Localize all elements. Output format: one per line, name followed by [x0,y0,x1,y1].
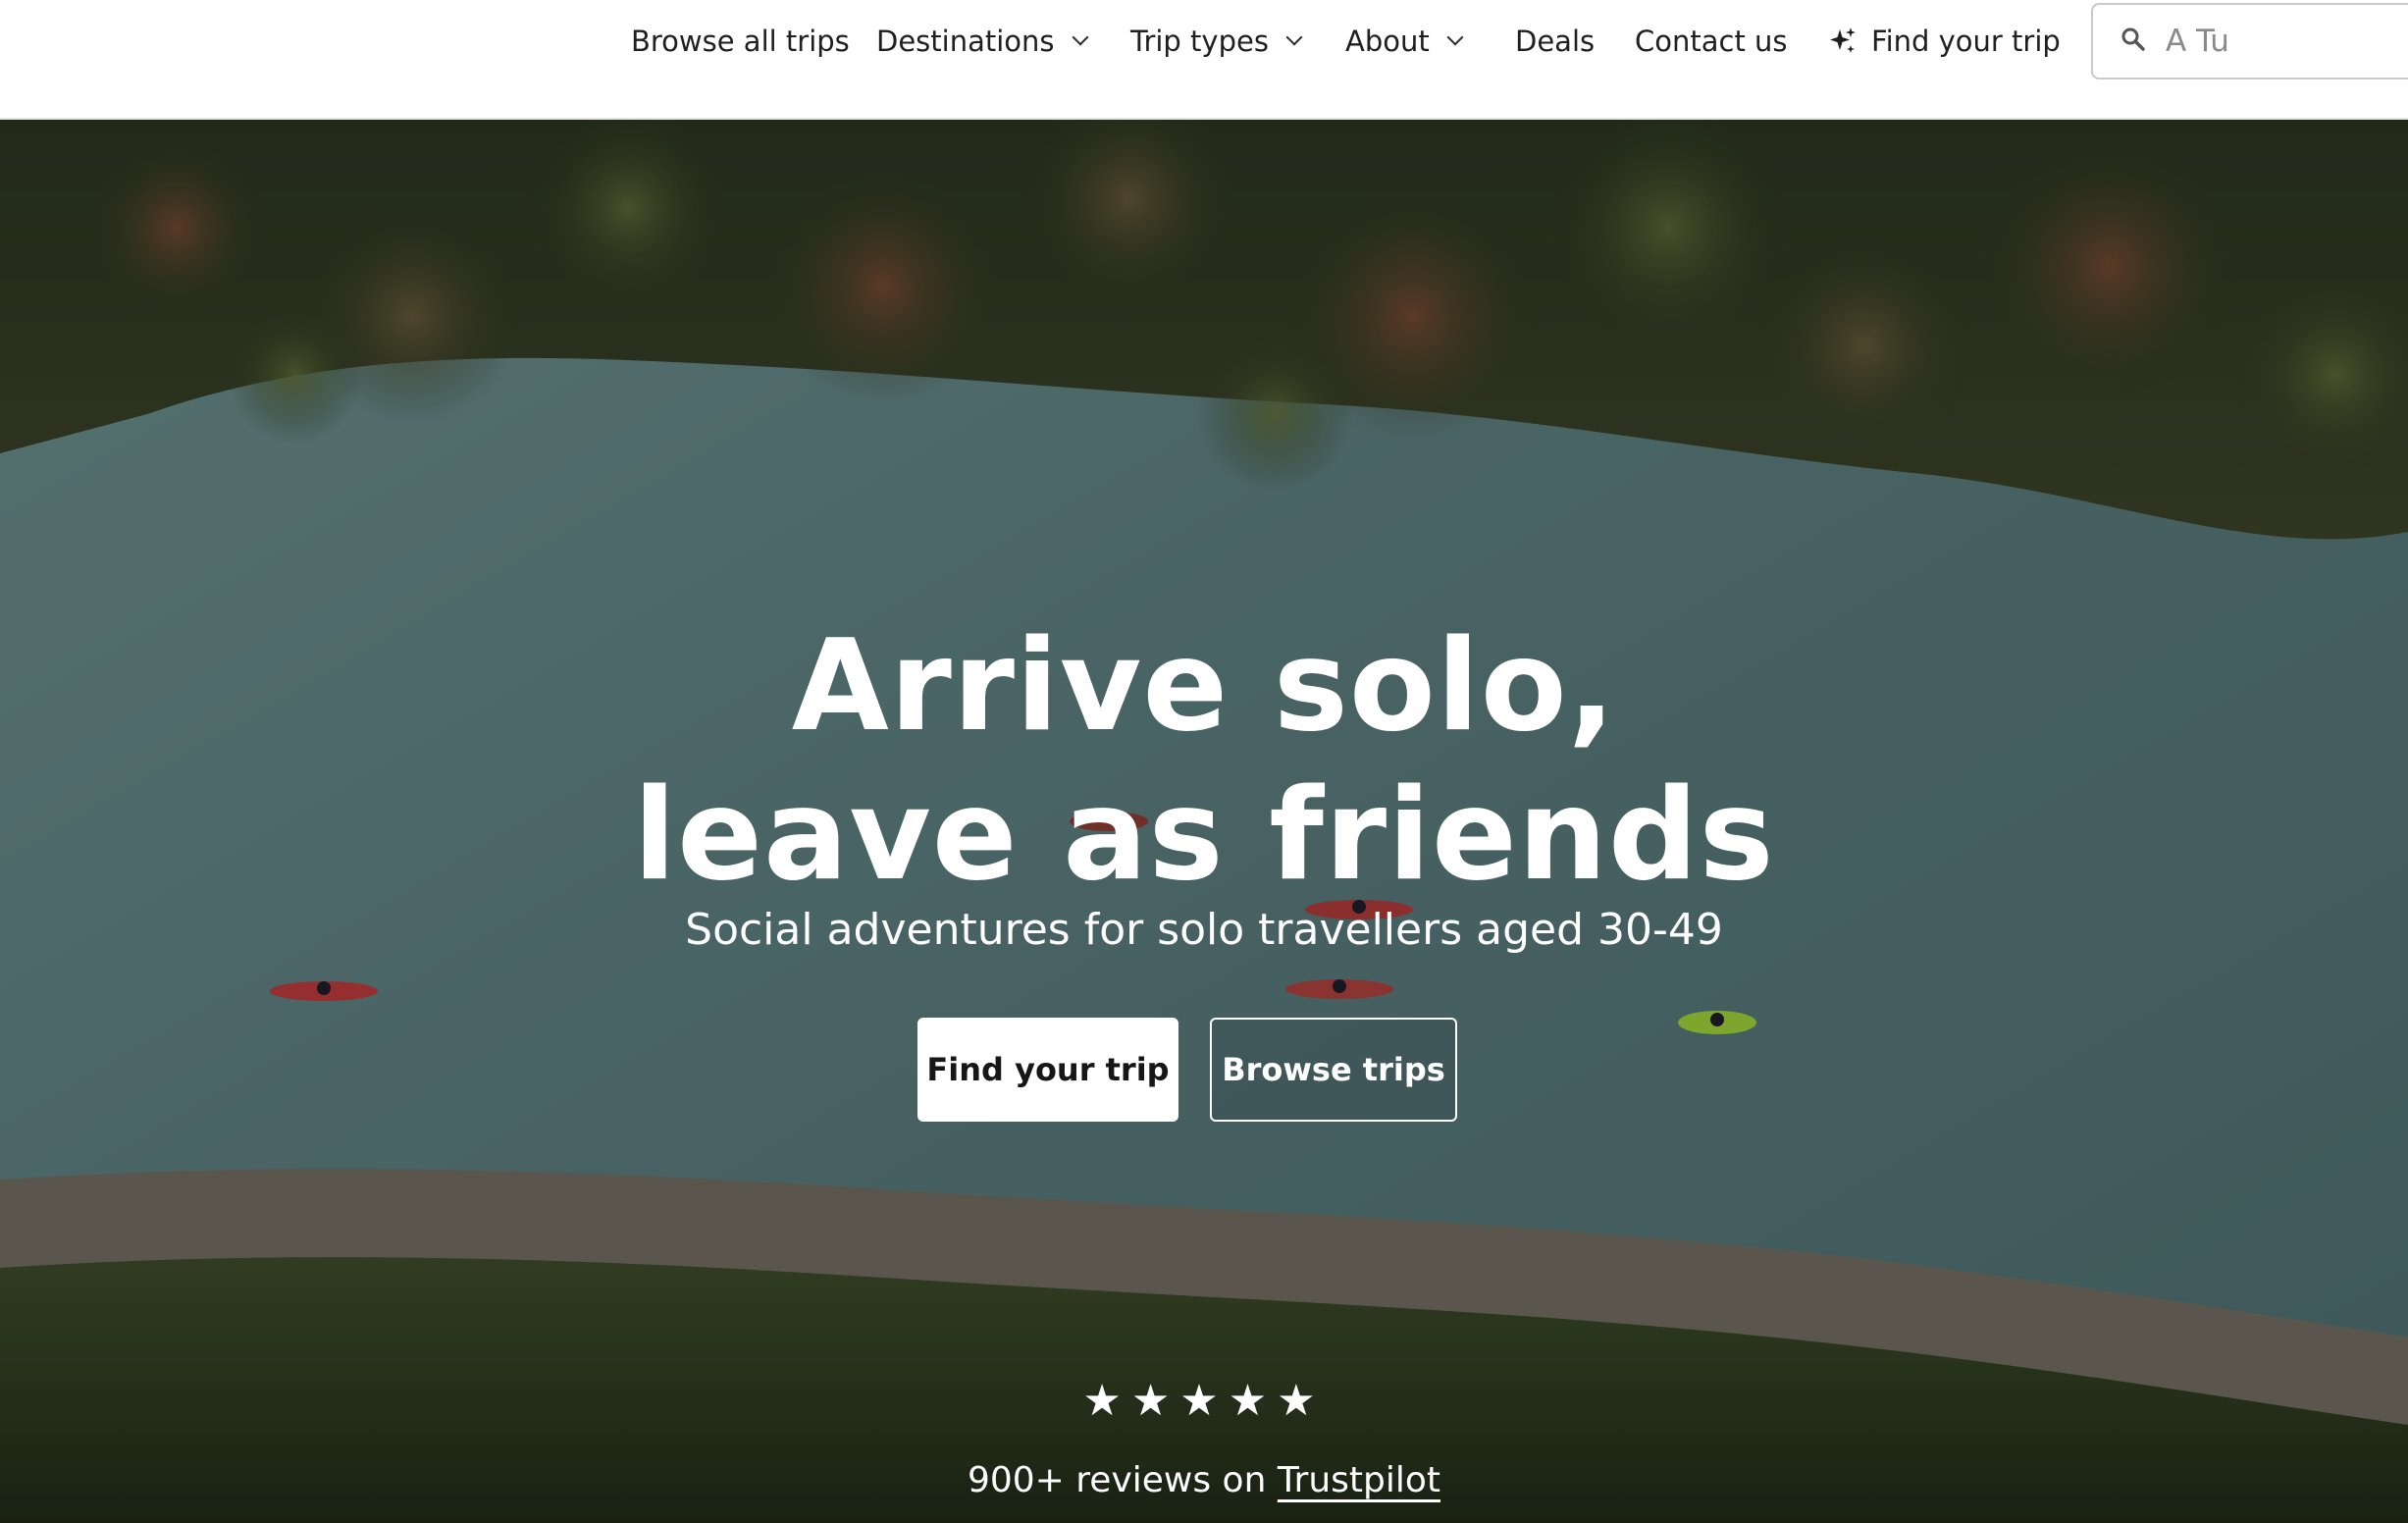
nav-browse-all-trips-label: Browse all trips [631,25,850,58]
chevron-down-icon [1446,28,1464,46]
star-icon: ★ [1130,1376,1180,1426]
chevron-down-icon [1072,28,1089,46]
nav-about[interactable]: About [1345,0,1464,82]
hero-headline-line1: Arrive solo, [791,613,1617,760]
search-input[interactable] [2164,23,2408,60]
reviews-line: 900+ reviews on Trustpilot [0,1460,2408,1500]
find-your-trip-button[interactable]: Find your trip [917,1018,1178,1122]
nav-contact-us-label: Contact us [1635,25,1788,58]
star-icon: ★ [1277,1376,1326,1426]
star-icon: ★ [1179,1376,1229,1426]
nav-trip-types[interactable]: Trip types [1130,0,1303,82]
nav-deals-label: Deals [1515,25,1596,58]
browse-trips-button[interactable]: Browse trips [1210,1018,1457,1122]
nav-destinations[interactable]: Destinations [876,0,1089,82]
nav-trip-types-label: Trip types [1130,25,1269,58]
nav-about-label: About [1345,25,1430,58]
search-box[interactable] [2091,3,2408,79]
star-rating: ★★★★★ [0,1376,2408,1426]
hero-headline-line2: leave as friends [633,762,1775,909]
trustpilot-link[interactable]: Trustpilot [1278,1460,1440,1500]
reviews-text: 900+ reviews on [967,1460,1267,1500]
search-icon [2120,26,2146,56]
sparkle-icon [1828,26,1858,56]
nav-browse-all-trips[interactable]: Browse all trips [631,0,850,82]
nav-find-your-trip-label: Find your trip [1871,25,2061,58]
top-navigation: Browse all trips Destinations Trip types… [0,0,2408,120]
nav-deals[interactable]: Deals [1515,0,1595,82]
star-icon: ★ [1082,1376,1131,1426]
hero-subheadline: Social adventures for solo travellers ag… [685,905,1723,955]
hero-section: Arrive solo, leave as friends Social adv… [0,120,2408,1523]
nav-destinations-label: Destinations [876,25,1055,58]
chevron-down-icon [1285,28,1303,46]
nav-contact-us[interactable]: Contact us [1635,0,1788,82]
star-icon: ★ [1228,1376,1278,1426]
nav-find-your-trip[interactable]: Find your trip [1828,0,2061,82]
